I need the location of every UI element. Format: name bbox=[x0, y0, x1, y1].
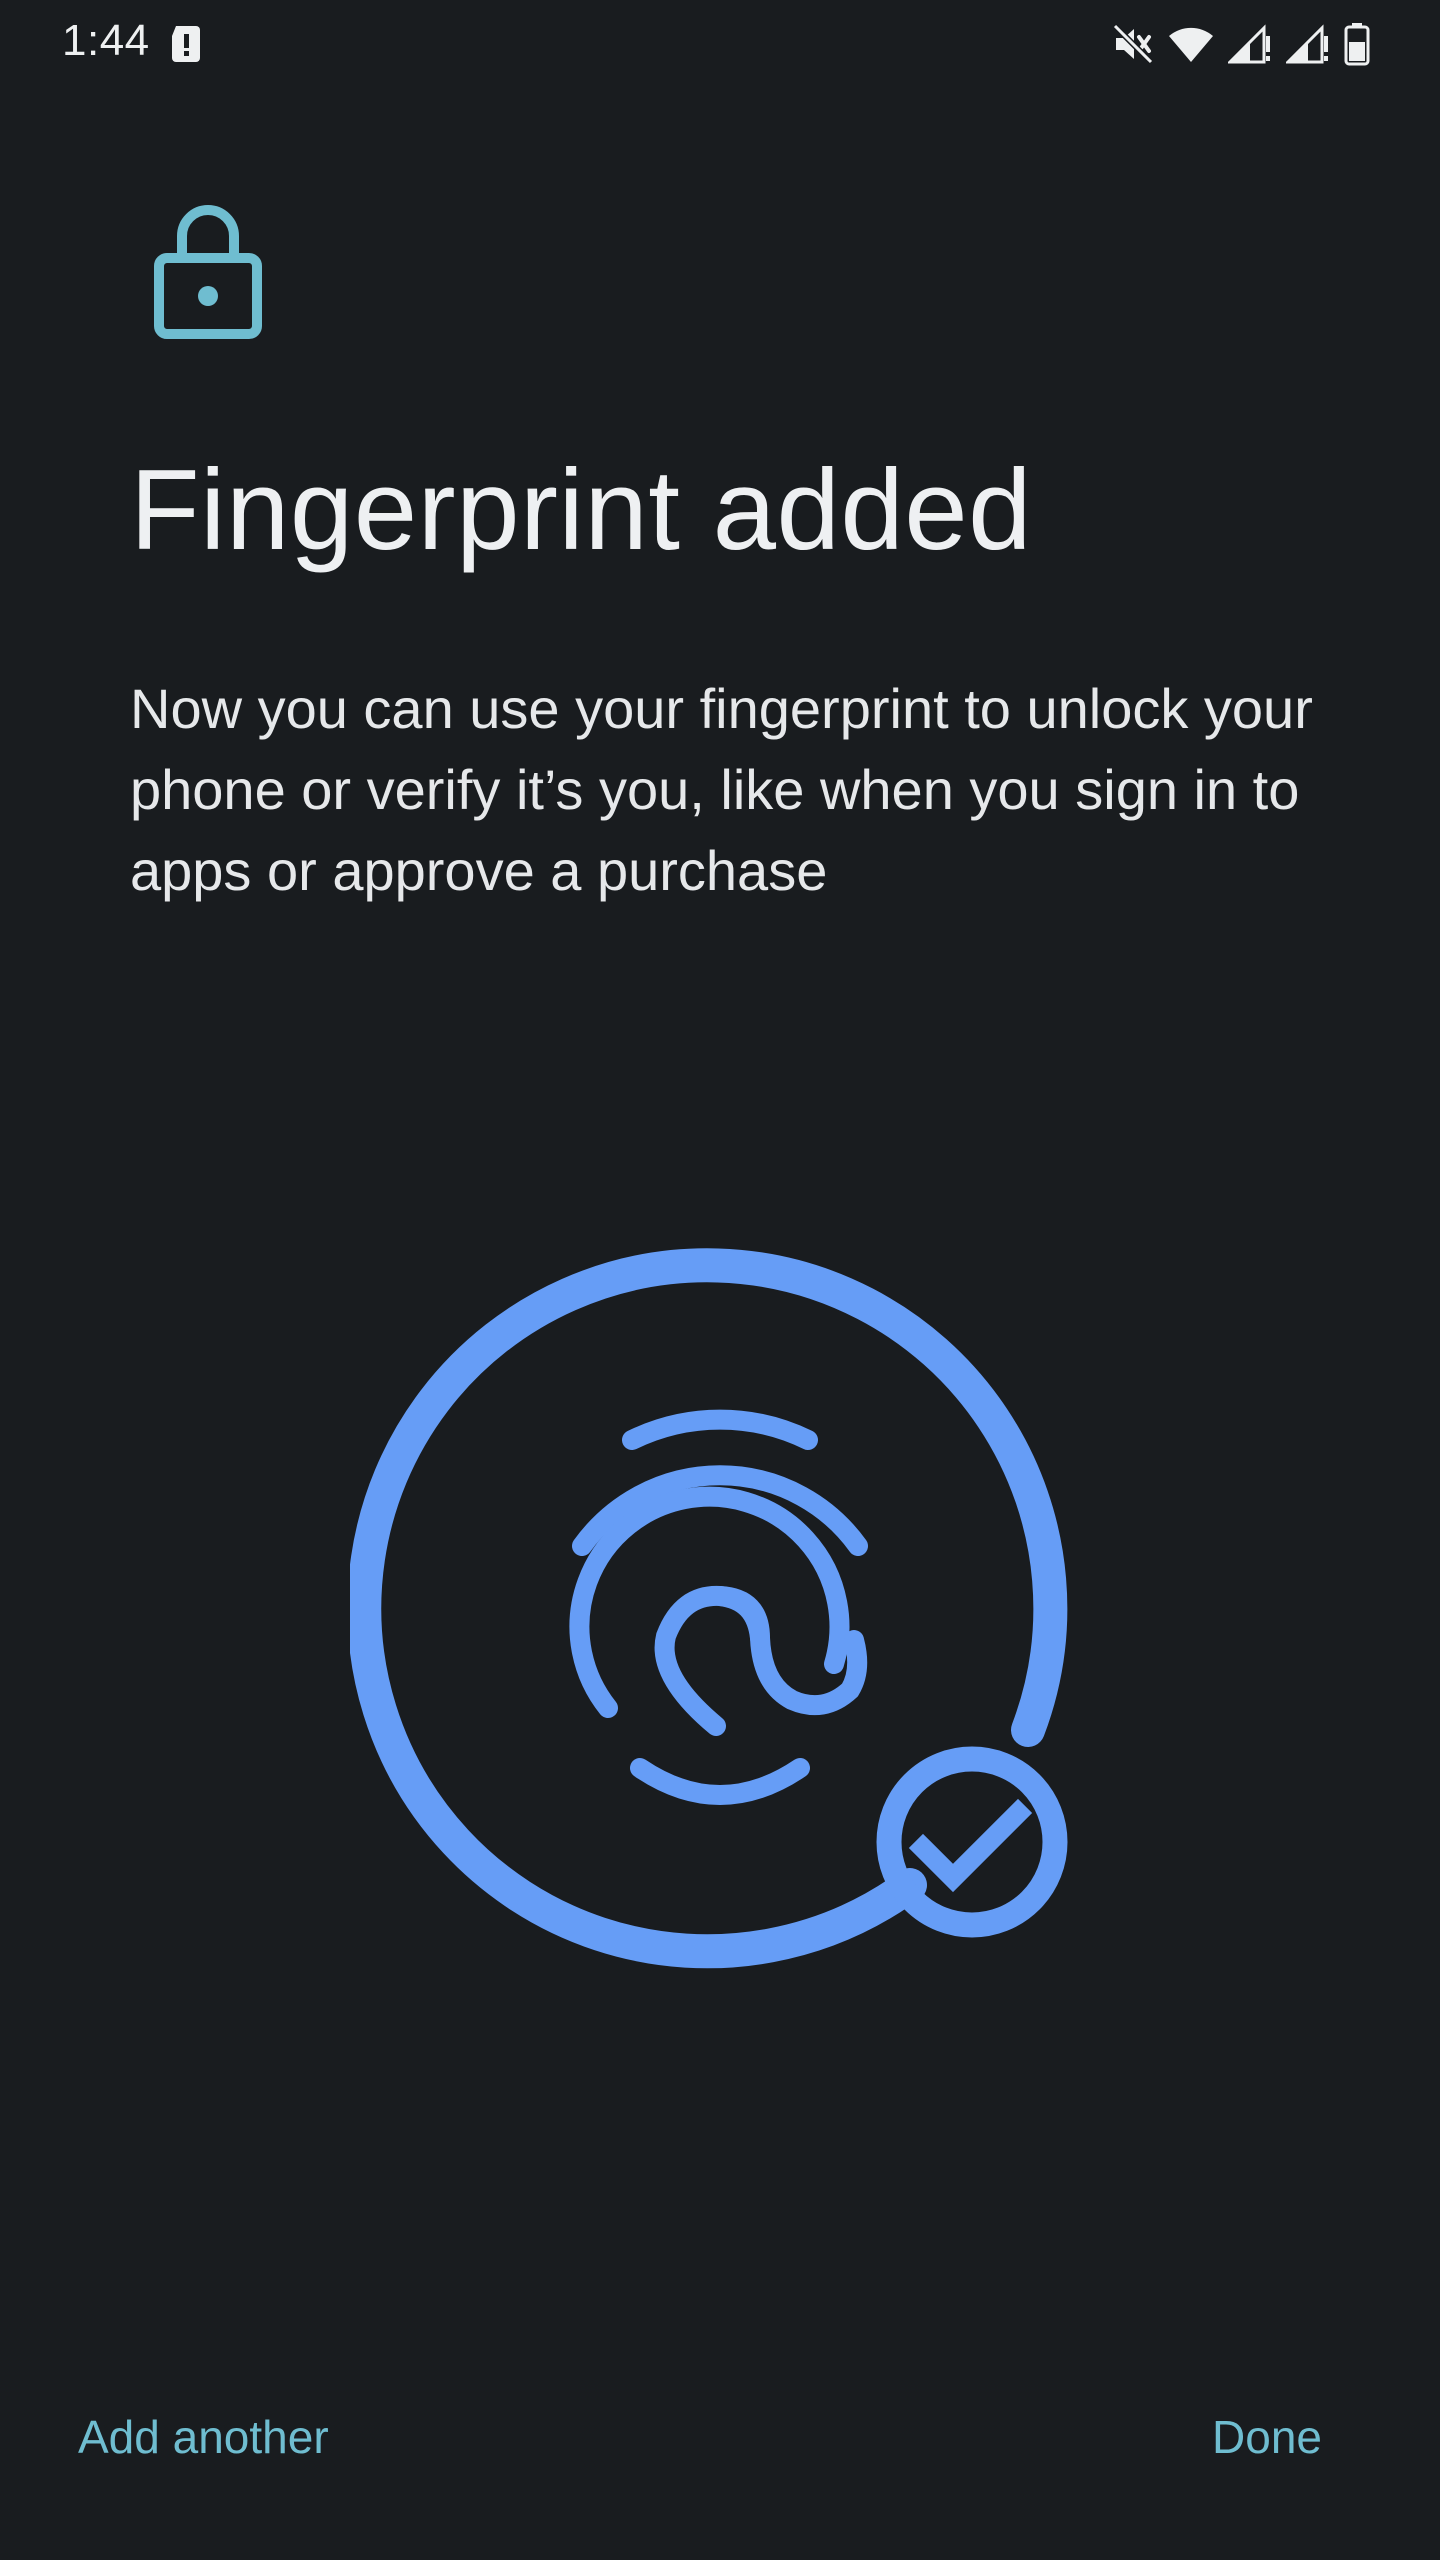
mute-icon bbox=[1112, 23, 1154, 70]
wifi-icon bbox=[1168, 24, 1214, 69]
status-icons bbox=[1112, 22, 1370, 71]
page-title: Fingerprint added bbox=[130, 447, 1033, 574]
signal-icon bbox=[1226, 24, 1272, 69]
status-time: 1:44 bbox=[62, 16, 150, 65]
add-another-button[interactable]: Add another bbox=[78, 2410, 329, 2464]
lock-icon bbox=[154, 200, 262, 345]
battery-icon bbox=[1344, 22, 1370, 71]
status-bar: 1:44 bbox=[0, 0, 1440, 90]
done-button[interactable]: Done bbox=[1212, 2410, 1322, 2464]
description-text: Now you can use your fingerprint to unlo… bbox=[130, 677, 1313, 902]
alert-icon bbox=[168, 24, 204, 69]
fingerprint-success-icon bbox=[347, 1240, 1090, 1985]
signal-icon bbox=[1284, 24, 1330, 69]
